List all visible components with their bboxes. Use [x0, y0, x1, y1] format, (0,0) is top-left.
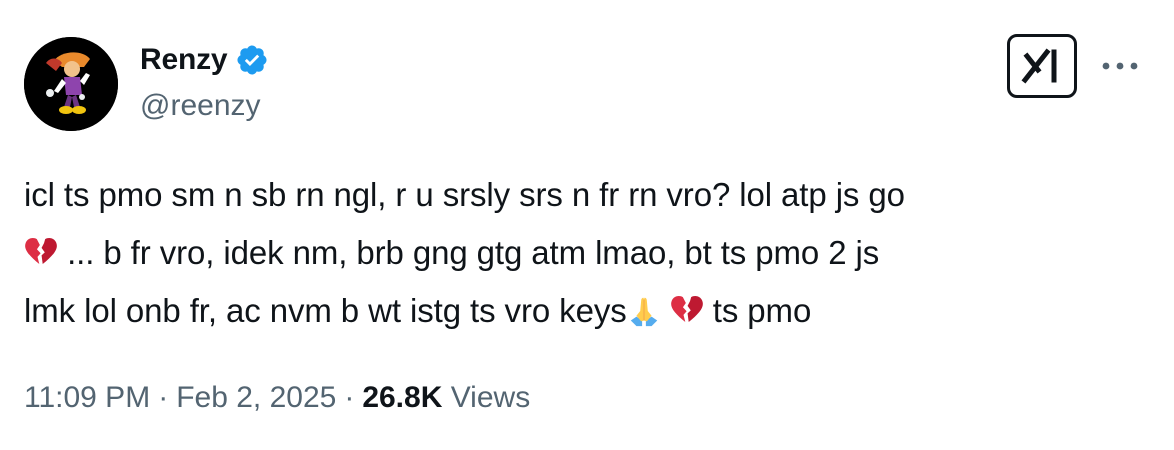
verified-badge-icon: [237, 45, 267, 75]
views-count: 26.8K: [362, 381, 443, 414]
tweet-line-3-text: lmk lol onb fr, ac nvm b wt istg ts vro …: [24, 292, 627, 329]
tweet-line-2: ... b fr vro, idek nm, brb gng gtg atm l…: [24, 224, 1144, 282]
tweet-date-link[interactable]: Feb 2, 2025: [176, 381, 336, 414]
broken-heart-emoji-icon-2: [670, 295, 703, 323]
tweet-line-3-tail: ts pmo: [703, 292, 812, 329]
display-name[interactable]: Renzy: [140, 42, 228, 78]
author-name-row[interactable]: Renzy: [140, 42, 269, 78]
broken-heart-emoji-icon: [25, 237, 57, 265]
tweet-card: Renzy @reenzy icl ts pmo sm n sb rn ngl,…: [0, 0, 1174, 450]
tweet-line-1-text: icl ts pmo sm n sb rn ngl, r u srsly srs…: [24, 176, 905, 213]
author-handle[interactable]: @reenzy: [140, 88, 261, 124]
meta-separator-2: ·: [344, 381, 355, 414]
tweet-line-3: lmk lol onb fr, ac nvm b wt istg ts vro …: [24, 282, 1144, 340]
tweet-time-link[interactable]: 11:09 PM: [24, 381, 150, 414]
tweet-meta: 11:09 PM · Feb 2, 2025 · 26.8K Views: [24, 378, 530, 418]
avatar[interactable]: [24, 37, 118, 131]
grok-button[interactable]: [1007, 34, 1077, 98]
meta-separator: ·: [158, 381, 169, 414]
tweet-line-1: icl ts pmo sm n sb rn ngl, r u srsly srs…: [24, 166, 1144, 224]
tweet-line-2-text: ... b fr vro, idek nm, brb gng gtg atm l…: [67, 234, 880, 271]
more-icon: [1102, 62, 1138, 70]
grok-icon: [1021, 48, 1057, 84]
folded-hands-emoji-icon: [630, 297, 657, 327]
views-label: Views: [450, 381, 531, 414]
tweet-text: icl ts pmo sm n sb rn ngl, r u srsly srs…: [24, 166, 1144, 340]
more-options-button[interactable]: [1098, 52, 1142, 80]
avatar-image: [24, 37, 118, 131]
